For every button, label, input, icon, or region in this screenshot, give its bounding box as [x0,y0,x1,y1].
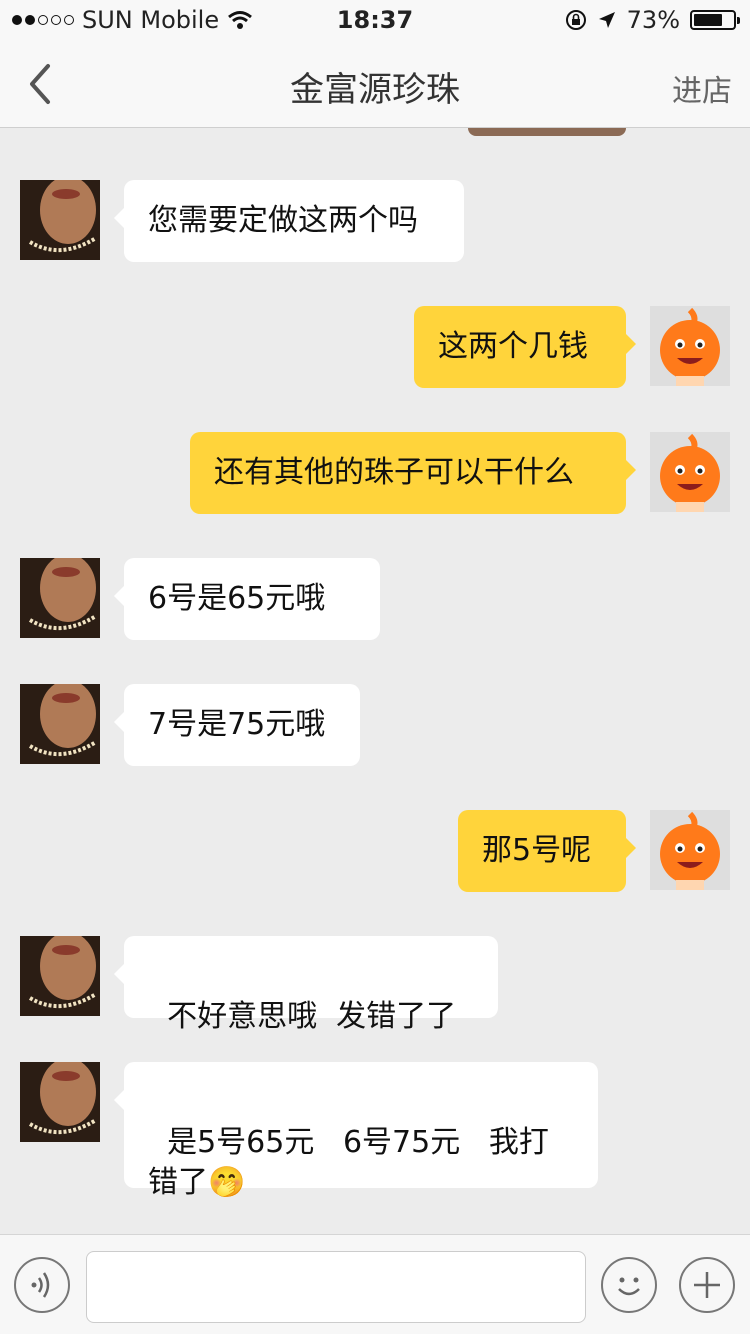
message-text: 这两个几钱 [438,329,588,364]
message-text: 不好意思哦 发错了了 [167,999,457,1034]
plus-icon [694,1272,720,1298]
message-bubble-incoming[interactable]: 是5号65元 6号75元 我打错了🤭 [114,1062,598,1200]
message-text: 6号是65元哦 [148,581,326,616]
message-bubble-incoming[interactable]: 不好意思哦 发错了了 [114,936,498,1034]
message-bubble-incoming[interactable]: 7号是75元哦 [114,684,360,766]
seller-avatar[interactable] [20,1062,100,1142]
seller-avatar[interactable] [20,180,100,260]
user-avatar[interactable] [650,306,730,386]
message-bubble-incoming[interactable]: 6号是65元哦 [114,558,380,640]
page-title: 金富源珍珠 [290,70,460,110]
battery-percent: 73% [626,6,680,34]
location-arrow-icon [598,12,615,28]
nav-bar: 金富源珍珠 进店 [0,40,750,128]
status-right: 73% [565,6,740,34]
emoji-button[interactable] [601,1257,657,1313]
seller-avatar[interactable] [20,684,100,764]
message-input[interactable] [86,1251,586,1323]
message-bubble-outgoing[interactable]: 还有其他的珠子可以干什么 [190,432,636,514]
user-avatar[interactable] [650,810,730,890]
smiley-icon [618,1277,640,1296]
voice-button[interactable] [14,1257,70,1313]
input-bar [0,1234,750,1334]
user-avatar[interactable] [650,432,730,512]
message-bubble-outgoing[interactable]: 这两个几钱 [414,306,636,388]
message-bubble-incoming[interactable]: 您需要定做这两个吗 [114,180,464,262]
previous-image-message[interactable] [468,128,626,136]
orientation-lock-icon [565,10,586,30]
status-bar: SUN Mobile 18:37 73% [0,0,750,40]
voice-icon [31,1272,50,1298]
message-text: 7号是75元哦 [148,707,326,742]
seller-avatar[interactable] [20,936,100,1016]
message-bubble-outgoing[interactable]: 那5号呢 [458,810,636,892]
seller-avatar[interactable] [20,558,100,638]
battery-fill [694,14,722,26]
battery-icon [690,10,740,30]
message-text: 那5号呢 [482,833,592,868]
more-button[interactable] [679,1257,735,1313]
message-text: 还有其他的珠子可以干什么 [214,455,574,490]
message-text: 您需要定做这两个吗 [148,203,418,238]
enter-store-button[interactable]: 进店 [672,66,732,110]
message-text: 是5号65元 6号75元 我打错了🤭 [148,1125,549,1200]
